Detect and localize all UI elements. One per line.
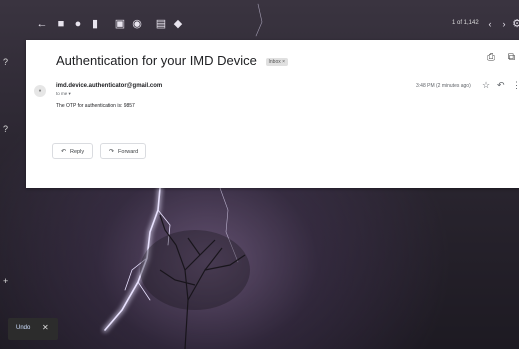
avatar: ● (34, 85, 46, 97)
inbox-label-chip[interactable]: Inbox × (265, 57, 289, 66)
email-card: Authentication for your IMD Device Inbox… (26, 40, 519, 188)
delete-icon[interactable]: ▮ (89, 18, 101, 30)
mark-unread-icon[interactable]: ▣ (114, 18, 126, 30)
message-toolbar: ← ■ ● ▮ ▣ ◉ ▤ ◆ 1 of 1,142 ‹ › ⚙ (0, 10, 519, 38)
add-icon[interactable]: + (3, 276, 8, 286)
arrow-left-icon[interactable]: ← (36, 18, 48, 30)
sender-email[interactable]: imd.device.authenticator@gmail.com (56, 83, 162, 89)
reply-icon: ↶ (61, 149, 67, 155)
chevron-left-icon[interactable]: ‹ (484, 18, 496, 30)
left-rail: ? ? + (0, 40, 26, 340)
snooze-icon[interactable]: ◉ (131, 18, 143, 30)
reply-label: Reply (70, 149, 85, 155)
close-icon[interactable]: ✕ (42, 323, 49, 332)
help-icon[interactable]: ? (3, 57, 8, 67)
chevron-right-icon[interactable]: › (498, 18, 510, 30)
forward-button[interactable]: ↷ Forward (100, 143, 146, 159)
email-subject: Authentication for your IMD Device Inbox… (56, 53, 289, 68)
open-new-window-icon[interactable]: ⧉ (508, 52, 515, 63)
subject-text: Authentication for your IMD Device (56, 53, 257, 68)
label-icon[interactable]: ◆ (172, 18, 184, 30)
reply-icon[interactable]: ↶ (497, 80, 505, 91)
settings-icon[interactable]: ⚙ (511, 18, 519, 30)
report-spam-icon[interactable]: ● (72, 18, 84, 30)
print-icon[interactable]: ⎙ (487, 52, 495, 63)
star-icon[interactable]: ☆ (482, 80, 490, 91)
help-icon-secondary[interactable]: ? (3, 124, 8, 134)
forward-label: Forward (118, 149, 139, 155)
email-body: The OTP for authentication is: 9857 (56, 103, 135, 109)
page-count: 1 of 1,142 (452, 20, 479, 26)
email-timestamp: 3:48 PM (2 minutes ago) (416, 83, 471, 89)
archive-icon[interactable]: ■ (55, 18, 67, 30)
undo-snackbar: Undo ✕ (8, 318, 58, 340)
undo-button[interactable]: Undo (16, 325, 30, 331)
recipient-dropdown[interactable]: to me ▾ (56, 91, 71, 97)
forward-icon: ↷ (109, 149, 115, 155)
reply-button[interactable]: ↶ Reply (52, 143, 93, 159)
move-to-icon[interactable]: ▤ (155, 18, 167, 30)
more-vert-icon[interactable]: ⋮ (512, 80, 519, 91)
